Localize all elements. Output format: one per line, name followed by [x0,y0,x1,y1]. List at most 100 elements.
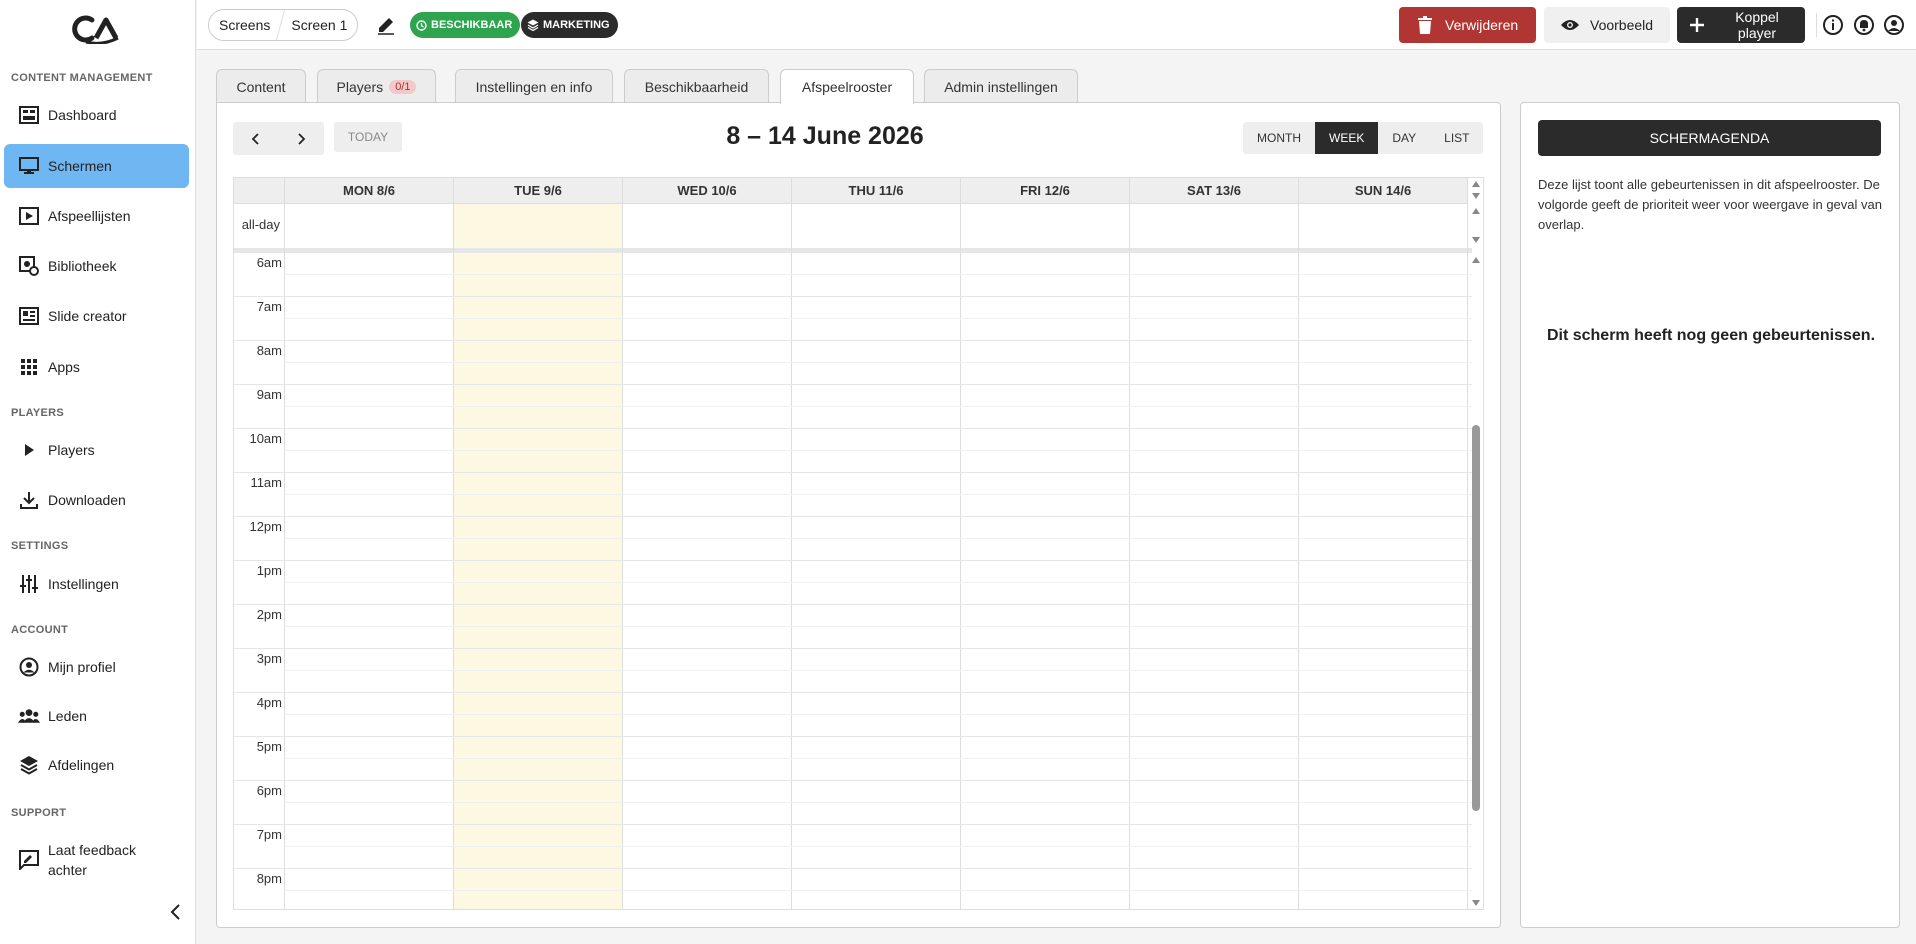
day-header[interactable]: FRI 12/6 [960,178,1129,204]
feedback-label-line1: Laat feedback [48,842,136,858]
sidebar-item-leden[interactable]: Leden [4,694,189,738]
calendar-nav [233,122,324,155]
hour-line [234,604,1472,605]
tab-beschikbaarheid[interactable]: Beschikbaarheid [624,69,769,103]
sidebar-item-schermen[interactable]: Schermen [4,144,189,188]
hour-line [234,692,1472,693]
day-header[interactable]: MON 8/6 [284,178,453,204]
day-header[interactable]: SUN 14/6 [1298,178,1467,204]
hour-line [234,296,1472,297]
topbar: Screens Screen 1 BESCHIKBAAR MARKETING V… [197,0,1916,50]
body-scroll-up-arrow[interactable] [1470,255,1482,265]
tab-admin-instellingen[interactable]: Admin instellingen [924,69,1078,103]
sidebar-item-label: Bibliotheek [48,258,117,274]
sidebar-item-apps[interactable]: Apps [4,345,189,389]
apps-grid-icon [18,356,40,378]
column-divider [284,178,285,909]
time-slot-label: 7pm [256,827,282,842]
column-divider [1129,178,1130,909]
sidebar-item-instellingen[interactable]: Instellingen [4,562,189,606]
column-divider [791,178,792,909]
tab-players[interactable]: Players 0/1 [317,69,436,103]
delete-button[interactable]: Verwijderen [1399,7,1536,43]
body-scroll-down-arrow[interactable] [1470,898,1482,908]
link-player-button[interactable]: Koppel player [1677,7,1805,43]
prev-week-button[interactable] [233,122,278,155]
half-hour-line [284,626,1472,627]
account-icon[interactable] [1883,14,1905,36]
time-slot-label: 9am [256,387,282,402]
play-icon [18,439,40,461]
time-slot-label: 10am [249,431,282,446]
sidebar-item-mijn-profiel[interactable]: Mijn profiel [4,645,189,689]
edit-pencil-icon[interactable] [375,14,397,36]
calendar-scrollbar-thumb[interactable] [1472,425,1480,811]
view-switcher: MONTH WEEK DAY LIST [1243,122,1484,154]
sidebar-item-bibliotheek[interactable]: Bibliotheek [4,244,189,288]
half-hour-line [284,758,1472,759]
hour-line [234,736,1472,737]
link-player-line1: Koppel [1735,9,1779,25]
sidebar: CONTENT MANAGEMENT Dashboard Schermen Af… [0,0,196,944]
view-month-button[interactable]: MONTH [1243,122,1315,154]
hour-line [234,252,1472,253]
tab-label: Afspeelrooster [801,79,893,95]
view-week-button[interactable]: WEEK [1315,122,1379,154]
preview-button[interactable]: Voorbeeld [1544,7,1670,43]
allday-scroll-down-arrow[interactable] [1470,235,1482,245]
feedback-icon [18,849,40,871]
sidebar-item-afdelingen[interactable]: Afdelingen [4,743,189,787]
tab-instellingen-en-info[interactable]: Instellingen en info [455,69,613,103]
notifications-bell-icon[interactable] [1853,14,1875,36]
agenda-empty-message: Dit scherm heeft nog geen gebeurtenissen… [1546,327,1876,344]
sidebar-item-label: Downloaden [48,492,126,508]
half-hour-line [284,274,1472,275]
sidebar-item-downloaden[interactable]: Downloaden [4,478,189,522]
tab-afspeelrooster[interactable]: Afspeelrooster [780,69,914,104]
logo-icon[interactable] [72,14,120,44]
time-slot-label: 6pm [256,783,282,798]
collapse-sidebar-icon[interactable] [168,902,184,922]
sidebar-item-players[interactable]: Players [4,428,189,472]
feedback-label-line2: achter [48,862,87,878]
sidebar-item-afspeellijsten[interactable]: Afspeellijsten [4,194,189,238]
day-header[interactable]: TUE 9/6 [453,178,622,204]
breadcrumb-screen-1[interactable]: Screen 1 [281,10,357,40]
tab-label: Beschikbaarheid [644,78,749,95]
schermagenda-button[interactable]: SCHERMAGENDA [1538,120,1881,156]
badge-label: MARKETING [543,19,610,31]
sidebar-item-slide-creator[interactable]: Slide creator [4,294,189,338]
tab-label: Admin instellingen [944,78,1058,95]
half-hour-line [284,362,1472,363]
hour-line [234,780,1472,781]
header-scroll-down-arrow[interactable] [1470,191,1482,201]
day-header[interactable]: THU 11/6 [791,178,960,204]
sidebar-item-feedback[interactable]: Laat feedback achter [4,836,189,884]
day-header[interactable]: SAT 13/6 [1129,178,1298,204]
header-scroll-up-arrow[interactable] [1470,179,1482,189]
day-header[interactable]: WED 10/6 [622,178,791,204]
players-count-badge: 0/1 [389,79,417,94]
hour-line [234,868,1472,869]
half-hour-line [284,318,1472,319]
tab-content[interactable]: Content [216,69,306,103]
sidebar-item-label: Schermen [48,158,112,174]
layers-icon [527,19,539,31]
calendar-title: 8 – 14 June 2026 [726,122,924,150]
hour-line [234,824,1472,825]
time-slot-label: 5pm [256,739,282,754]
time-slot-label: 11am [250,475,282,490]
next-week-button[interactable] [278,122,323,155]
allday-scroll-up-arrow[interactable] [1470,206,1482,216]
today-button[interactable]: TODAY [334,122,402,152]
view-day-button[interactable]: DAY [1378,122,1430,154]
layers-icon [18,754,40,776]
sidebar-item-dashboard[interactable]: Dashboard [4,93,189,137]
view-list-button[interactable]: LIST [1430,122,1483,154]
hour-line [234,472,1472,473]
breadcrumb-screens[interactable]: Screens [209,10,280,40]
info-icon[interactable] [1822,14,1844,36]
half-hour-line [284,494,1472,495]
half-hour-line [284,406,1472,407]
half-hour-line [284,670,1472,671]
